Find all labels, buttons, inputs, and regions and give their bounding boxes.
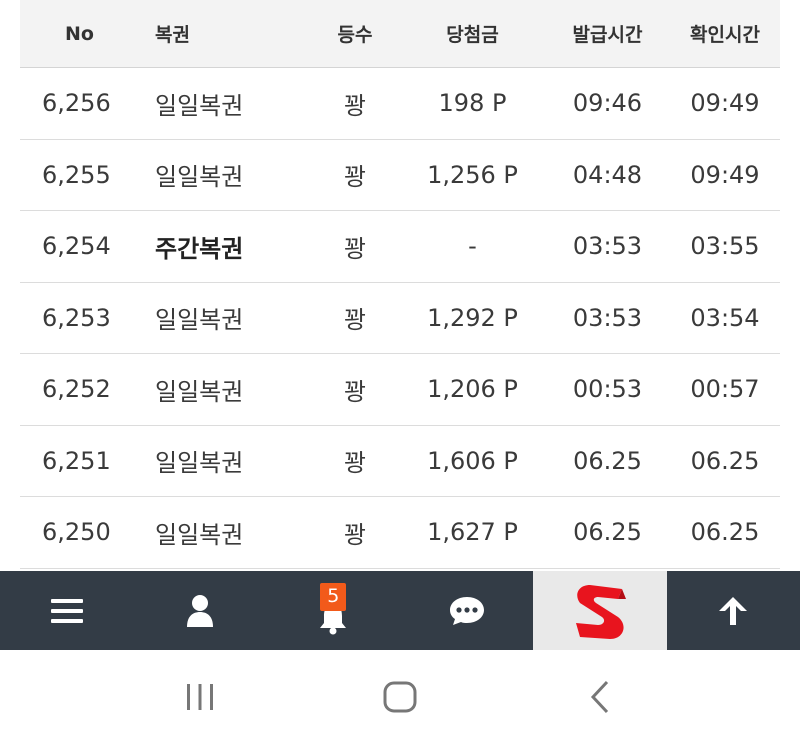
scroll-top-button[interactable] xyxy=(667,571,800,650)
row-prize: 1,206 P xyxy=(427,375,518,404)
row-issued: 04:48 xyxy=(572,160,643,189)
row-type: 일일복권 xyxy=(155,163,244,192)
recent-apps-button[interactable] xyxy=(160,667,240,727)
row-no: 6,252 xyxy=(42,375,111,404)
system-navigation-bar xyxy=(0,650,800,743)
logo xyxy=(575,584,626,639)
back-button[interactable] xyxy=(560,667,640,727)
home-icon xyxy=(383,681,417,712)
home-button[interactable] xyxy=(360,667,440,727)
row-issued: 06.25 xyxy=(573,446,642,475)
row-issued: 03:53 xyxy=(572,303,643,332)
row-checked: 00:57 xyxy=(690,375,760,404)
recent-apps-icon xyxy=(187,683,213,710)
row-rank: 꽝 xyxy=(343,449,367,478)
row-rank: 꽝 xyxy=(343,520,367,549)
row-issued: 09:46 xyxy=(572,89,643,118)
row-no: 6,253 xyxy=(42,303,111,332)
row-prize: 1,606 P xyxy=(427,446,518,475)
row-rank: 꽝 xyxy=(343,91,367,120)
bottom-toolbar: 5 xyxy=(0,571,800,650)
row-checked: 06.25 xyxy=(690,446,760,475)
row-type: 일일복권 xyxy=(155,449,244,478)
row-type: 일일복권 xyxy=(155,377,244,406)
header-prize: 당첨금 xyxy=(446,24,499,46)
row-prize: 198 P xyxy=(438,89,507,118)
row-rank: 꽝 xyxy=(343,306,367,335)
table-row[interactable]: 6,254 주간복권 꽝 - 03:53 03:55 xyxy=(20,211,780,283)
row-issued: 06.25 xyxy=(573,518,642,547)
row-no: 6,255 xyxy=(42,160,111,189)
menu-button[interactable] xyxy=(0,571,133,650)
row-issued: 03:53 xyxy=(572,232,643,261)
table-header: No 복권 등수 당첨금 발급시간 확인시간 xyxy=(20,0,780,68)
table-row[interactable]: 6,256 일일복권 꽝 198 P 09:46 09:49 xyxy=(20,68,780,140)
row-type: 일일복권 xyxy=(155,306,244,335)
site-logo-button[interactable] xyxy=(533,571,667,650)
row-prize: - xyxy=(468,232,477,261)
header-issued: 발급시간 xyxy=(572,24,643,46)
back-icon xyxy=(590,680,609,713)
row-rank: 꽝 xyxy=(343,163,367,192)
header-rank: 등수 xyxy=(337,24,373,46)
notification-badge: 5 xyxy=(320,583,347,611)
table-row[interactable]: 6,251 일일복권 꽝 1,606 P 06.25 06.25 xyxy=(20,426,780,497)
row-type: 주간복권 xyxy=(155,234,244,263)
header-no: No xyxy=(65,22,94,45)
row-checked: 03:55 xyxy=(690,232,760,261)
header-type: 복권 xyxy=(155,24,190,46)
lottery-history-table: No 복권 등수 당첨금 발급시간 확인시간 6,256 일일복권 꽝 198 P 09… xyxy=(20,0,780,569)
table-row[interactable]: 6,250 일일복권 꽝 1,627 P 06.25 06.25 xyxy=(20,497,780,569)
row-checked: 09:49 xyxy=(690,160,760,189)
row-prize: 1,256 P xyxy=(427,160,518,189)
notification-button[interactable]: 5 xyxy=(267,571,400,650)
row-rank: 꽝 xyxy=(343,377,367,406)
row-no: 6,251 xyxy=(42,446,111,475)
header-checked: 확인시간 xyxy=(690,24,760,46)
user-icon xyxy=(186,594,213,627)
table-row[interactable]: 6,252 일일복권 꽝 1,206 P 00:53 00:57 xyxy=(20,354,780,426)
table-row[interactable]: 6,253 일일복권 꽝 1,292 P 03:53 03:54 xyxy=(20,283,780,354)
user-button[interactable] xyxy=(133,571,266,650)
menu-icon xyxy=(50,598,83,623)
row-type: 일일복권 xyxy=(155,91,244,120)
row-no: 6,256 xyxy=(42,89,111,118)
row-prize: 1,292 P xyxy=(427,303,518,332)
row-checked: 09:49 xyxy=(690,89,760,118)
row-checked: 03:54 xyxy=(690,303,760,332)
chat-button[interactable] xyxy=(400,571,533,650)
row-rank: 꽝 xyxy=(343,234,367,263)
row-type: 일일복권 xyxy=(155,520,244,549)
row-no: 6,250 xyxy=(42,518,111,547)
table-row[interactable]: 6,255 일일복권 꽝 1,256 P 04:48 09:49 xyxy=(20,140,780,211)
row-checked: 06.25 xyxy=(690,518,760,547)
row-no: 6,254 xyxy=(42,232,111,261)
chat-icon xyxy=(449,596,484,625)
arrow-up-icon xyxy=(719,596,748,625)
row-prize: 1,627 P xyxy=(427,518,518,547)
row-issued: 00:53 xyxy=(572,375,643,404)
